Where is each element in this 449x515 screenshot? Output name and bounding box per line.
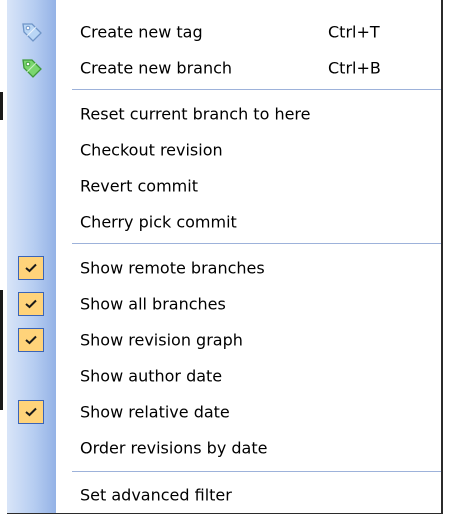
menu-item-label: Order revisions by date (80, 438, 268, 458)
menu-item-label: Show remote branches (80, 258, 265, 278)
menu-item-label: Set advanced filter (80, 485, 232, 505)
edge-mark (0, 92, 3, 120)
menu-item-show-relative-date[interactable]: Show relative date (7, 394, 441, 430)
menu-item-label: Show relative date (80, 402, 230, 422)
edge-mark (0, 290, 3, 410)
tag-green-icon (20, 56, 44, 80)
menu-item-label: Reset current branch to here (80, 104, 311, 124)
menu-item-set-advanced-filter[interactable]: Set advanced filter (7, 477, 441, 513)
menu-item-create-new-tag[interactable]: Create new tag Ctrl+T (7, 14, 441, 50)
context-menu: Create new tag Ctrl+T Create new branch … (7, 0, 443, 514)
menu-item-label: Cherry pick commit (80, 212, 237, 232)
menu-item-order-revisions-by-date[interactable]: Order revisions by date (7, 430, 441, 466)
tag-blue-icon (20, 20, 44, 44)
menu-item-show-all-branches[interactable]: Show all branches (7, 286, 441, 322)
menu-item-shortcut: Ctrl+B (328, 58, 381, 78)
menu-separator (72, 89, 441, 90)
menu-item-create-new-branch[interactable]: Create new branch Ctrl+B (7, 50, 441, 86)
menu-separator (72, 471, 441, 472)
menu-separator (72, 243, 441, 244)
menu-item-show-revision-graph[interactable]: Show revision graph (7, 322, 441, 358)
menu-item-label: Show all branches (80, 294, 226, 314)
screenshot: Create new tag Ctrl+T Create new branch … (0, 0, 449, 515)
menu-item-label: Create new branch (80, 58, 233, 78)
menu-item-shortcut: Ctrl+T (328, 22, 380, 42)
checkmark-icon (18, 292, 44, 316)
left-edge-strip (0, 0, 4, 515)
checkmark-icon (18, 400, 44, 424)
menu-item-label: Revert commit (80, 176, 198, 196)
menu-item-show-author-date[interactable]: Show author date (7, 358, 441, 394)
checkmark-icon (18, 256, 44, 280)
menu-item-revert-commit[interactable]: Revert commit (7, 168, 441, 204)
menu-item-label: Create new tag (80, 22, 203, 42)
menu-item-show-remote-branches[interactable]: Show remote branches (7, 250, 441, 286)
menu-item-checkout-revision[interactable]: Checkout revision (7, 132, 441, 168)
checkmark-icon (18, 328, 44, 352)
menu-item-reset-current-branch[interactable]: Reset current branch to here (7, 96, 441, 132)
menu-item-cherry-pick-commit[interactable]: Cherry pick commit (7, 204, 441, 240)
menu-item-label: Show revision graph (80, 330, 243, 350)
menu-item-label: Checkout revision (80, 140, 223, 160)
menu-item-label: Show author date (80, 366, 223, 386)
